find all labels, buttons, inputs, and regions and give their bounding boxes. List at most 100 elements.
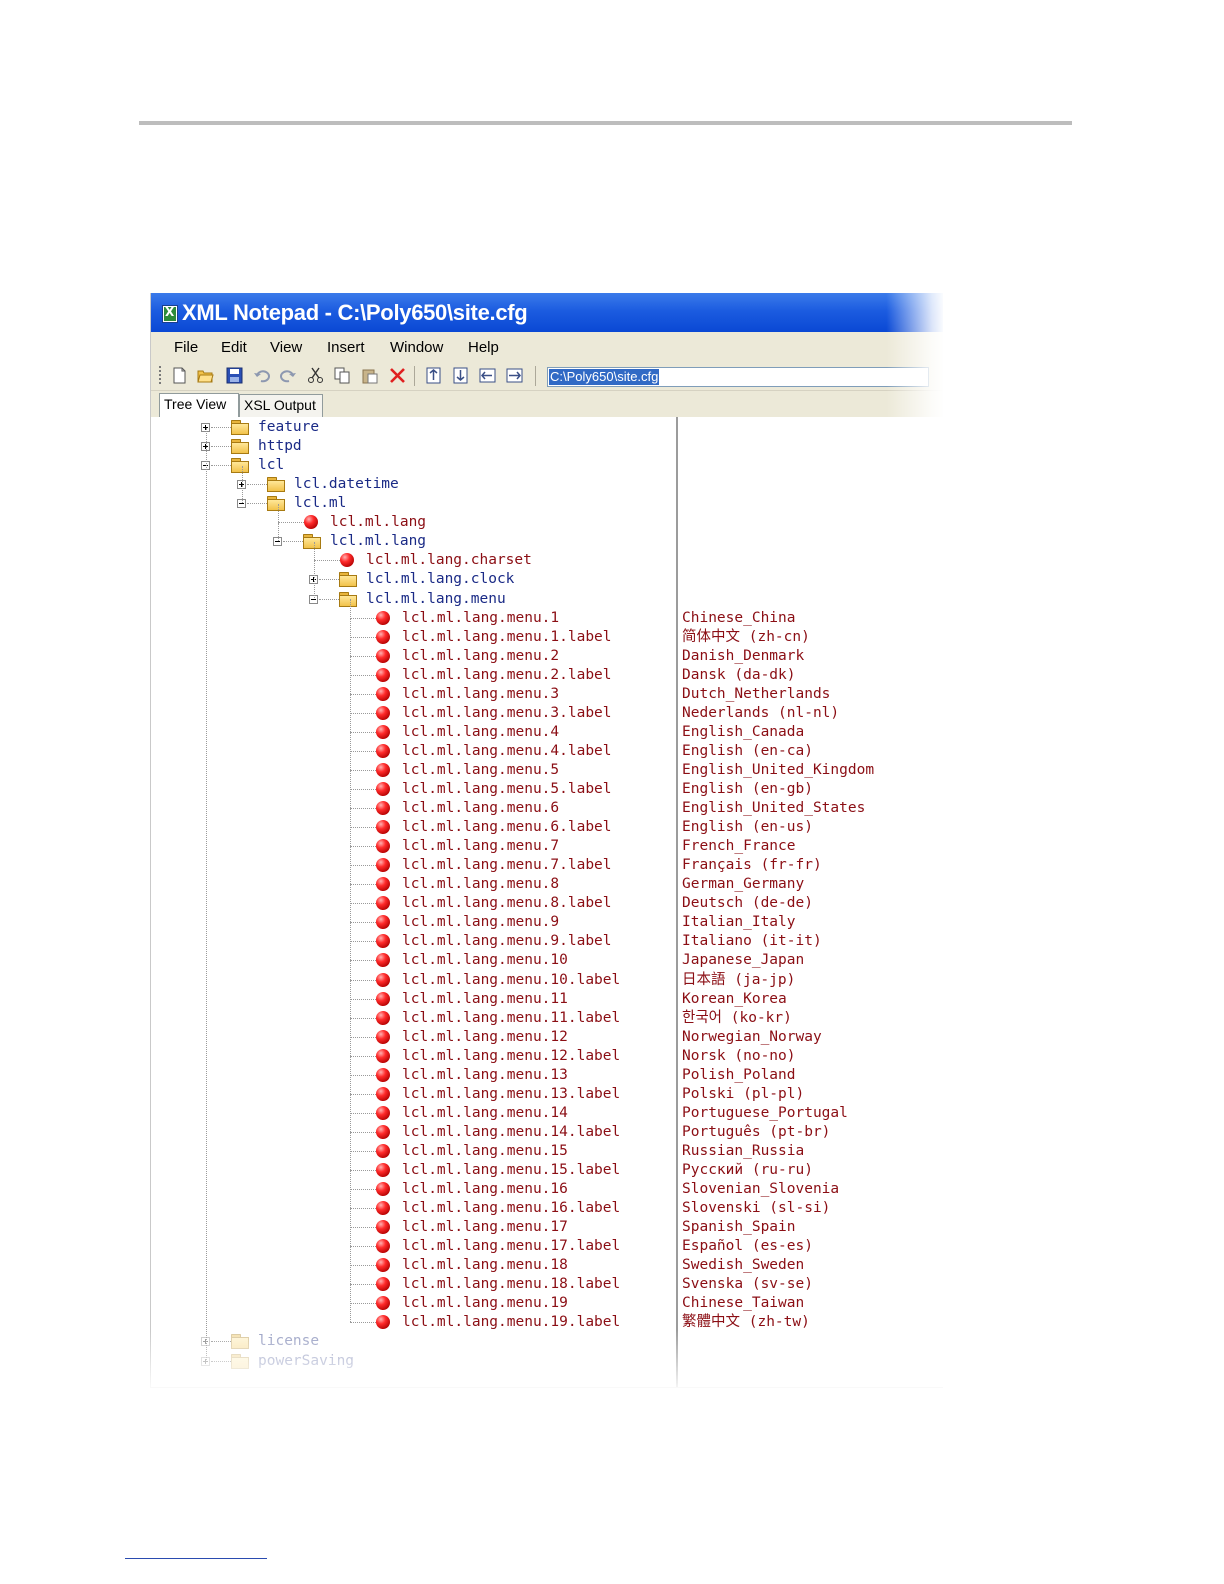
tree-node-folder[interactable]: lcl.datetime	[151, 475, 676, 494]
menu-edit[interactable]: Edit	[221, 339, 247, 356]
copy-icon[interactable]	[334, 367, 351, 384]
tree-node-attribute[interactable]: lcl.ml.lang.menu.5.label	[151, 780, 676, 799]
value-cell[interactable]: Portuguese_Portugal	[678, 1104, 943, 1123]
tree-node-attribute[interactable]: lcl.ml.lang.menu.19	[151, 1294, 676, 1313]
value-cell[interactable]: Korean_Korea	[678, 990, 943, 1009]
tree-node-folder[interactable]: powerSaving	[151, 1352, 676, 1371]
tree-node-folder[interactable]: httpd	[151, 437, 676, 456]
tree-node-attribute[interactable]: lcl.ml.lang.menu.4	[151, 723, 676, 742]
tree-node-attribute[interactable]: lcl.ml.lang.menu.8.label	[151, 894, 676, 913]
tree-node-attribute[interactable]: lcl.ml.lang.menu.4.label	[151, 742, 676, 761]
tab-xsl-output[interactable]: XSL Output	[239, 394, 323, 417]
tree-node-attribute[interactable]: lcl.ml.lang.menu.8	[151, 875, 676, 894]
value-cell[interactable]: 繁體中文 (zh-tw)	[678, 1313, 943, 1332]
tree-node-attribute[interactable]: lcl.ml.lang.charset	[151, 551, 676, 570]
value-cell[interactable]: 简体中文 (zh-cn)	[678, 628, 943, 647]
tree-node-folder[interactable]: lcl.ml.lang	[151, 532, 676, 551]
tree-node-attribute[interactable]: lcl.ml.lang.menu.13.label	[151, 1085, 676, 1104]
menu-insert[interactable]: Insert	[327, 339, 365, 356]
tree-node-attribute[interactable]: lcl.ml.lang.menu.15.label	[151, 1161, 676, 1180]
value-cell[interactable]: Italiano (it-it)	[678, 932, 943, 951]
tree-node-attribute[interactable]: lcl.ml.lang.menu.16	[151, 1180, 676, 1199]
menu-help[interactable]: Help	[468, 339, 499, 356]
tree-node-folder[interactable]: lcl	[151, 456, 676, 475]
value-cell[interactable]: Russian_Russia	[678, 1142, 943, 1161]
tree-node-attribute[interactable]: lcl.ml.lang.menu.17	[151, 1218, 676, 1237]
cut-icon[interactable]	[307, 367, 324, 384]
tree-node-attribute[interactable]: lcl.ml.lang.menu.9	[151, 913, 676, 932]
tree-node-attribute[interactable]: lcl.ml.lang.menu.16.label	[151, 1199, 676, 1218]
value-cell[interactable]: Dansk (da-dk)	[678, 666, 943, 685]
menu-file[interactable]: File	[174, 339, 198, 356]
tree-node-attribute[interactable]: lcl.ml.lang.menu.7.label	[151, 856, 676, 875]
tree-node-folder[interactable]: lcl.ml.lang.menu	[151, 590, 676, 609]
value-cell[interactable]: English_Canada	[678, 723, 943, 742]
value-cell[interactable]: Deutsch (de-de)	[678, 894, 943, 913]
location-input[interactable]: C:\Poly650\site.cfg	[547, 367, 929, 387]
tree-node-folder[interactable]: license	[151, 1332, 676, 1351]
toolbar-grip[interactable]	[159, 366, 161, 386]
value-cell[interactable]: Danish_Denmark	[678, 647, 943, 666]
tree-node-attribute[interactable]: lcl.ml.lang.menu.10	[151, 951, 676, 970]
tree-node-attribute[interactable]: lcl.ml.lang.menu.10.label	[151, 971, 676, 990]
tree-node-attribute[interactable]: lcl.ml.lang.menu.1.label	[151, 628, 676, 647]
value-cell[interactable]: English_United_States	[678, 799, 943, 818]
delete-icon[interactable]	[389, 367, 406, 384]
value-cell[interactable]: Svenska (sv-se)	[678, 1275, 943, 1294]
tree-node-attribute[interactable]: lcl.ml.lang.menu.14	[151, 1104, 676, 1123]
tree-node-attribute[interactable]: lcl.ml.lang.menu.12	[151, 1028, 676, 1047]
tree-node-attribute[interactable]: lcl.ml.lang.menu.12.label	[151, 1047, 676, 1066]
tree-node-attribute[interactable]: lcl.ml.lang.menu.2	[151, 647, 676, 666]
nudge-left-icon[interactable]	[479, 367, 496, 384]
value-cell[interactable]: Swedish_Sweden	[678, 1256, 943, 1275]
value-cell[interactable]: Português (pt-br)	[678, 1123, 943, 1142]
value-cell[interactable]: Русский (ru-ru)	[678, 1161, 943, 1180]
tree-node-attribute[interactable]: lcl.ml.lang.menu.1	[151, 609, 676, 628]
value-cell[interactable]: Dutch_Netherlands	[678, 685, 943, 704]
value-cell[interactable]: Chinese_China	[678, 609, 943, 628]
value-cell[interactable]: Norsk (no-no)	[678, 1047, 943, 1066]
value-cell[interactable]: Slovenian_Slovenia	[678, 1180, 943, 1199]
open-icon[interactable]	[197, 367, 214, 384]
value-cell[interactable]: Français (fr-fr)	[678, 856, 943, 875]
value-cell[interactable]: Japanese_Japan	[678, 951, 943, 970]
value-cell[interactable]: Norwegian_Norway	[678, 1028, 943, 1047]
tree-node-folder[interactable]: feature	[151, 418, 676, 437]
value-cell[interactable]: English (en-us)	[678, 818, 943, 837]
tree-node-attribute[interactable]: lcl.ml.lang.menu.2.label	[151, 666, 676, 685]
value-cell[interactable]: German_Germany	[678, 875, 943, 894]
tree-node-attribute[interactable]: lcl.ml.lang.menu.3	[151, 685, 676, 704]
menu-view[interactable]: View	[270, 339, 302, 356]
tree-node-attribute[interactable]: lcl.ml.lang.menu.15	[151, 1142, 676, 1161]
paste-icon[interactable]	[361, 367, 378, 384]
undo-icon[interactable]	[253, 367, 270, 384]
value-cell[interactable]: Español (es-es)	[678, 1237, 943, 1256]
tab-tree-view[interactable]: Tree View	[159, 393, 239, 417]
tree-node-attribute[interactable]: lcl.ml.lang.menu.11.label	[151, 1009, 676, 1028]
value-cell[interactable]: Chinese_Taiwan	[678, 1294, 943, 1313]
value-cell[interactable]: English (en-ca)	[678, 742, 943, 761]
tree-node-attribute[interactable]: lcl.ml.lang.menu.11	[151, 990, 676, 1009]
value-cell[interactable]: Polish_Poland	[678, 1066, 943, 1085]
tree-node-attribute[interactable]: lcl.ml.lang.menu.14.label	[151, 1123, 676, 1142]
tree-node-attribute[interactable]: lcl.ml.lang.menu.17.label	[151, 1237, 676, 1256]
tree-node-folder[interactable]: lcl.ml	[151, 494, 676, 513]
save-icon[interactable]	[226, 367, 243, 384]
nudge-right-icon[interactable]	[506, 367, 523, 384]
tree-node-attribute[interactable]: lcl.ml.lang.menu.5	[151, 761, 676, 780]
value-cell[interactable]: English (en-gb)	[678, 780, 943, 799]
value-cell[interactable]: French_France	[678, 837, 943, 856]
tree-node-attribute[interactable]: lcl.ml.lang.menu.9.label	[151, 932, 676, 951]
tree-node-attribute[interactable]: lcl.ml.lang.menu.18.label	[151, 1275, 676, 1294]
title-bar[interactable]: XML Notepad - C:\Poly650\site.cfg	[151, 293, 943, 332]
value-cell[interactable]: 한국어 (ko-kr)	[678, 1009, 943, 1028]
redo-icon[interactable]	[280, 367, 297, 384]
nudge-up-icon[interactable]	[425, 367, 442, 384]
tree-node-attribute[interactable]: lcl.ml.lang.menu.19.label	[151, 1313, 676, 1332]
tree-node-folder[interactable]: lcl.ml.lang.clock	[151, 570, 676, 589]
menu-window[interactable]: Window	[390, 339, 443, 356]
nudge-down-icon[interactable]	[452, 367, 469, 384]
tree-node-attribute[interactable]: lcl.ml.lang.menu.18	[151, 1256, 676, 1275]
value-cell[interactable]: Spanish_Spain	[678, 1218, 943, 1237]
tree-view-pane[interactable]: feature httpd lcl lcl.datetime lcl.ml lcl.ml.…	[151, 417, 676, 1387]
